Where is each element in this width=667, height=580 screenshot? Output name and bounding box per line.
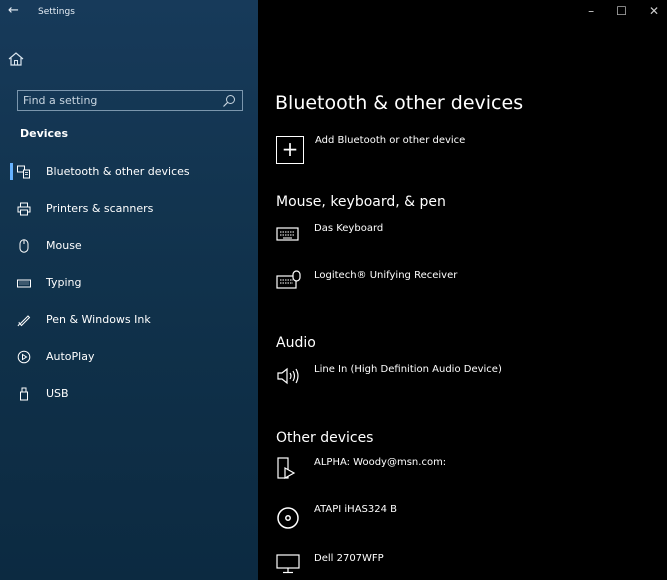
device-das-keyboard[interactable]: Das Keyboard — [314, 223, 383, 234]
minimize-button[interactable]: – — [588, 4, 594, 18]
usb-icon — [20, 387, 28, 401]
sidebar-item-mouse[interactable]: Mouse — [0, 229, 258, 263]
sidebar-item-usb[interactable]: USB — [0, 377, 258, 411]
close-button[interactable]: ✕ — [649, 4, 659, 18]
sidebar-item-pen[interactable]: Pen & Windows Ink — [0, 303, 258, 337]
device-alpha[interactable]: ALPHA: Woody@msn.com: — [314, 457, 446, 468]
sidebar-item-label: USB — [46, 387, 69, 400]
speaker-icon — [277, 367, 299, 385]
sidebar-item-label: AutoPlay — [46, 350, 95, 363]
sidebar-item-printers[interactable]: Printers & scanners — [0, 192, 258, 226]
page-title: Bluetooth & other devices — [275, 92, 524, 114]
autoplay-icon — [17, 350, 31, 364]
keyboard-mouse-icon — [276, 270, 301, 289]
search-placeholder: Find a setting — [23, 94, 98, 107]
add-device-label[interactable]: Add Bluetooth or other device — [315, 135, 465, 146]
keyboard-icon — [17, 279, 31, 288]
printer-icon — [17, 202, 31, 216]
maximize-button[interactable]: ☐ — [616, 4, 627, 18]
section-heading-other: Other devices — [276, 430, 374, 446]
section-heading-mouse: Mouse, keyboard, & pen — [276, 194, 446, 210]
home-icon[interactable] — [7, 50, 25, 68]
section-heading-audio: Audio — [276, 335, 316, 351]
media-device-icon — [277, 457, 296, 480]
keyboard-icon — [276, 227, 299, 241]
bluetooth-device-icon — [17, 165, 30, 179]
sidebar-item-label: Printers & scanners — [46, 202, 154, 215]
plus-icon: + — [276, 136, 304, 164]
search-icon[interactable] — [222, 94, 236, 108]
sidebar-item-label: Typing — [46, 276, 82, 289]
mouse-icon — [19, 239, 29, 253]
device-line-in[interactable]: Line In (High Definition Audio Device) — [314, 364, 502, 375]
window-controls: – ☐ ✕ — [588, 4, 659, 18]
sidebar-item-label: Pen & Windows Ink — [46, 313, 151, 326]
device-atapi[interactable]: ATAPI iHAS324 B — [314, 504, 397, 515]
pen-icon — [17, 315, 31, 327]
window-title: Settings — [38, 7, 75, 17]
back-button[interactable]: ← — [8, 3, 19, 18]
section-title: Devices — [20, 127, 69, 140]
monitor-icon — [276, 554, 300, 574]
sidebar-item-typing[interactable]: Typing — [0, 266, 258, 300]
selection-indicator — [10, 163, 13, 180]
sidebar-item-label: Mouse — [46, 239, 82, 252]
device-logitech-receiver[interactable]: Logitech® Unifying Receiver — [314, 270, 457, 281]
sidebar-item-bluetooth[interactable]: Bluetooth & other devices — [0, 155, 258, 189]
search-input[interactable]: Find a setting — [17, 90, 243, 111]
title-bar: ← Settings — [0, 0, 258, 30]
sidebar: ← Settings Find a setting Devices Blueto… — [0, 0, 258, 580]
disc-drive-icon — [277, 507, 299, 529]
sidebar-item-label: Bluetooth & other devices — [46, 165, 190, 178]
sidebar-item-autoplay[interactable]: AutoPlay — [0, 340, 258, 374]
add-device-button[interactable]: + — [276, 136, 304, 164]
device-dell-monitor[interactable]: Dell 2707WFP — [314, 553, 384, 564]
